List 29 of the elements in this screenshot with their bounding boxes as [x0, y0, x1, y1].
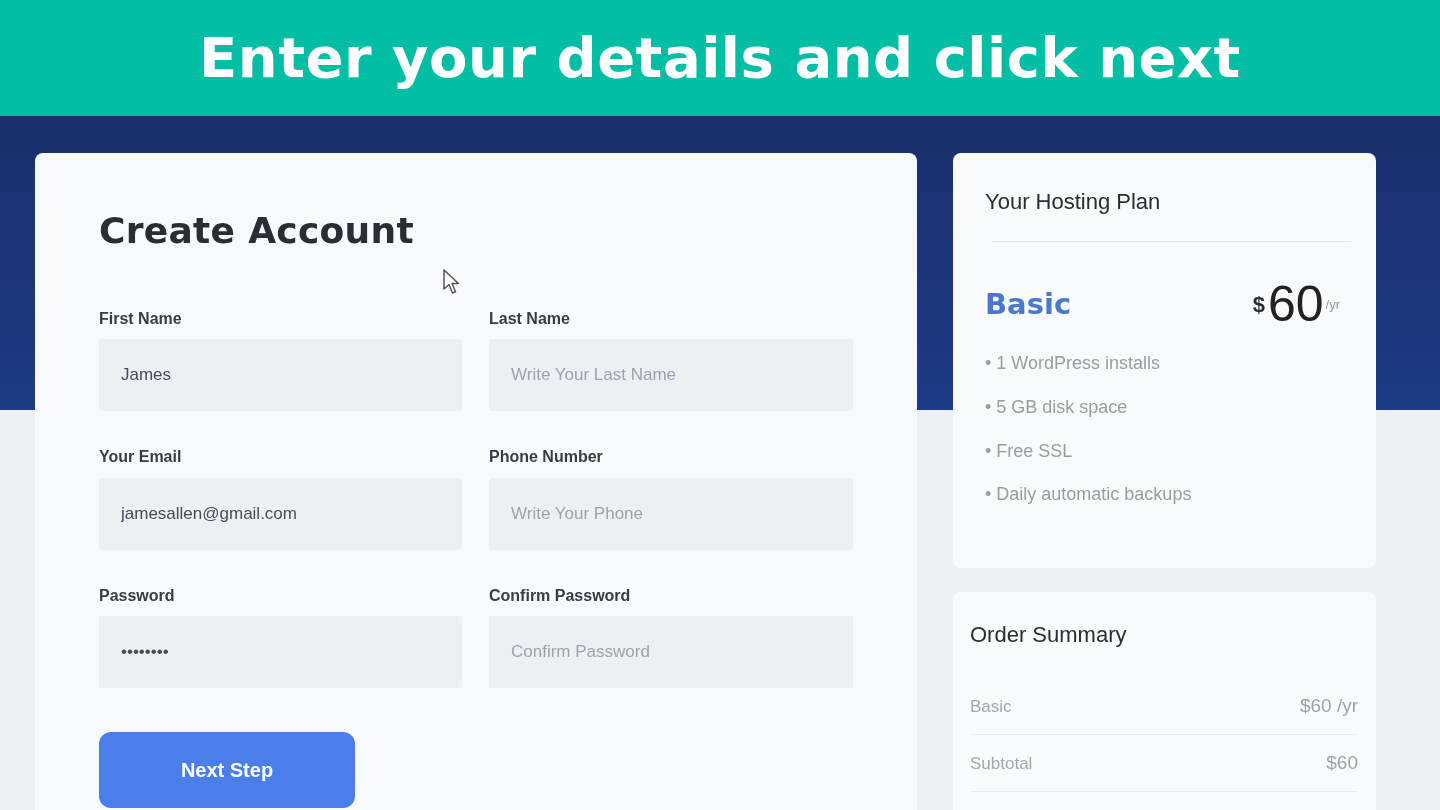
input-field[interactable]: ••••••••: [99, 615, 462, 688]
summary-label: Basic: [970, 695, 1012, 718]
field-label: Phone Number: [489, 447, 604, 467]
field-label: First Name: [99, 309, 183, 329]
next-step-button[interactable]: Next Step: [99, 731, 355, 808]
field-label: Last Name: [489, 309, 571, 329]
input-field[interactable]: Write Your Phone: [489, 477, 853, 550]
plan-feature: • 5 GB disk space: [985, 397, 1129, 419]
field-label: Password: [99, 585, 176, 605]
plan-feature: • 1 WordPress installs: [985, 353, 1162, 375]
plan-name: Basic: [985, 285, 1072, 323]
input-field[interactable]: James: [99, 339, 462, 412]
input-field[interactable]: Write Your Last Name: [489, 339, 853, 412]
card-title: Your Hosting Plan: [985, 189, 1162, 216]
mouse-pointer-icon: [443, 269, 461, 295]
form-title: Create Account: [99, 209, 415, 253]
input-field[interactable]: Confirm Password: [489, 615, 853, 688]
field-label: Confirm Password: [489, 585, 632, 605]
card-title: Order Summary: [970, 622, 1128, 649]
summary-amount: $60: [1326, 751, 1358, 776]
input-field[interactable]: jamesallen@gmail.com: [99, 477, 462, 550]
plan-feature: • Daily automatic backups: [985, 484, 1193, 506]
price-amount: 60: [1267, 279, 1324, 330]
field-label: Your Email: [99, 447, 183, 467]
summary-amount: $60 /yr: [1299, 694, 1358, 719]
price-currency: $: [1252, 290, 1265, 319]
plan-feature: • Free SSL: [985, 440, 1074, 463]
summary-label: Subtotal: [970, 752, 1033, 775]
price-period: /yr: [1325, 295, 1340, 314]
